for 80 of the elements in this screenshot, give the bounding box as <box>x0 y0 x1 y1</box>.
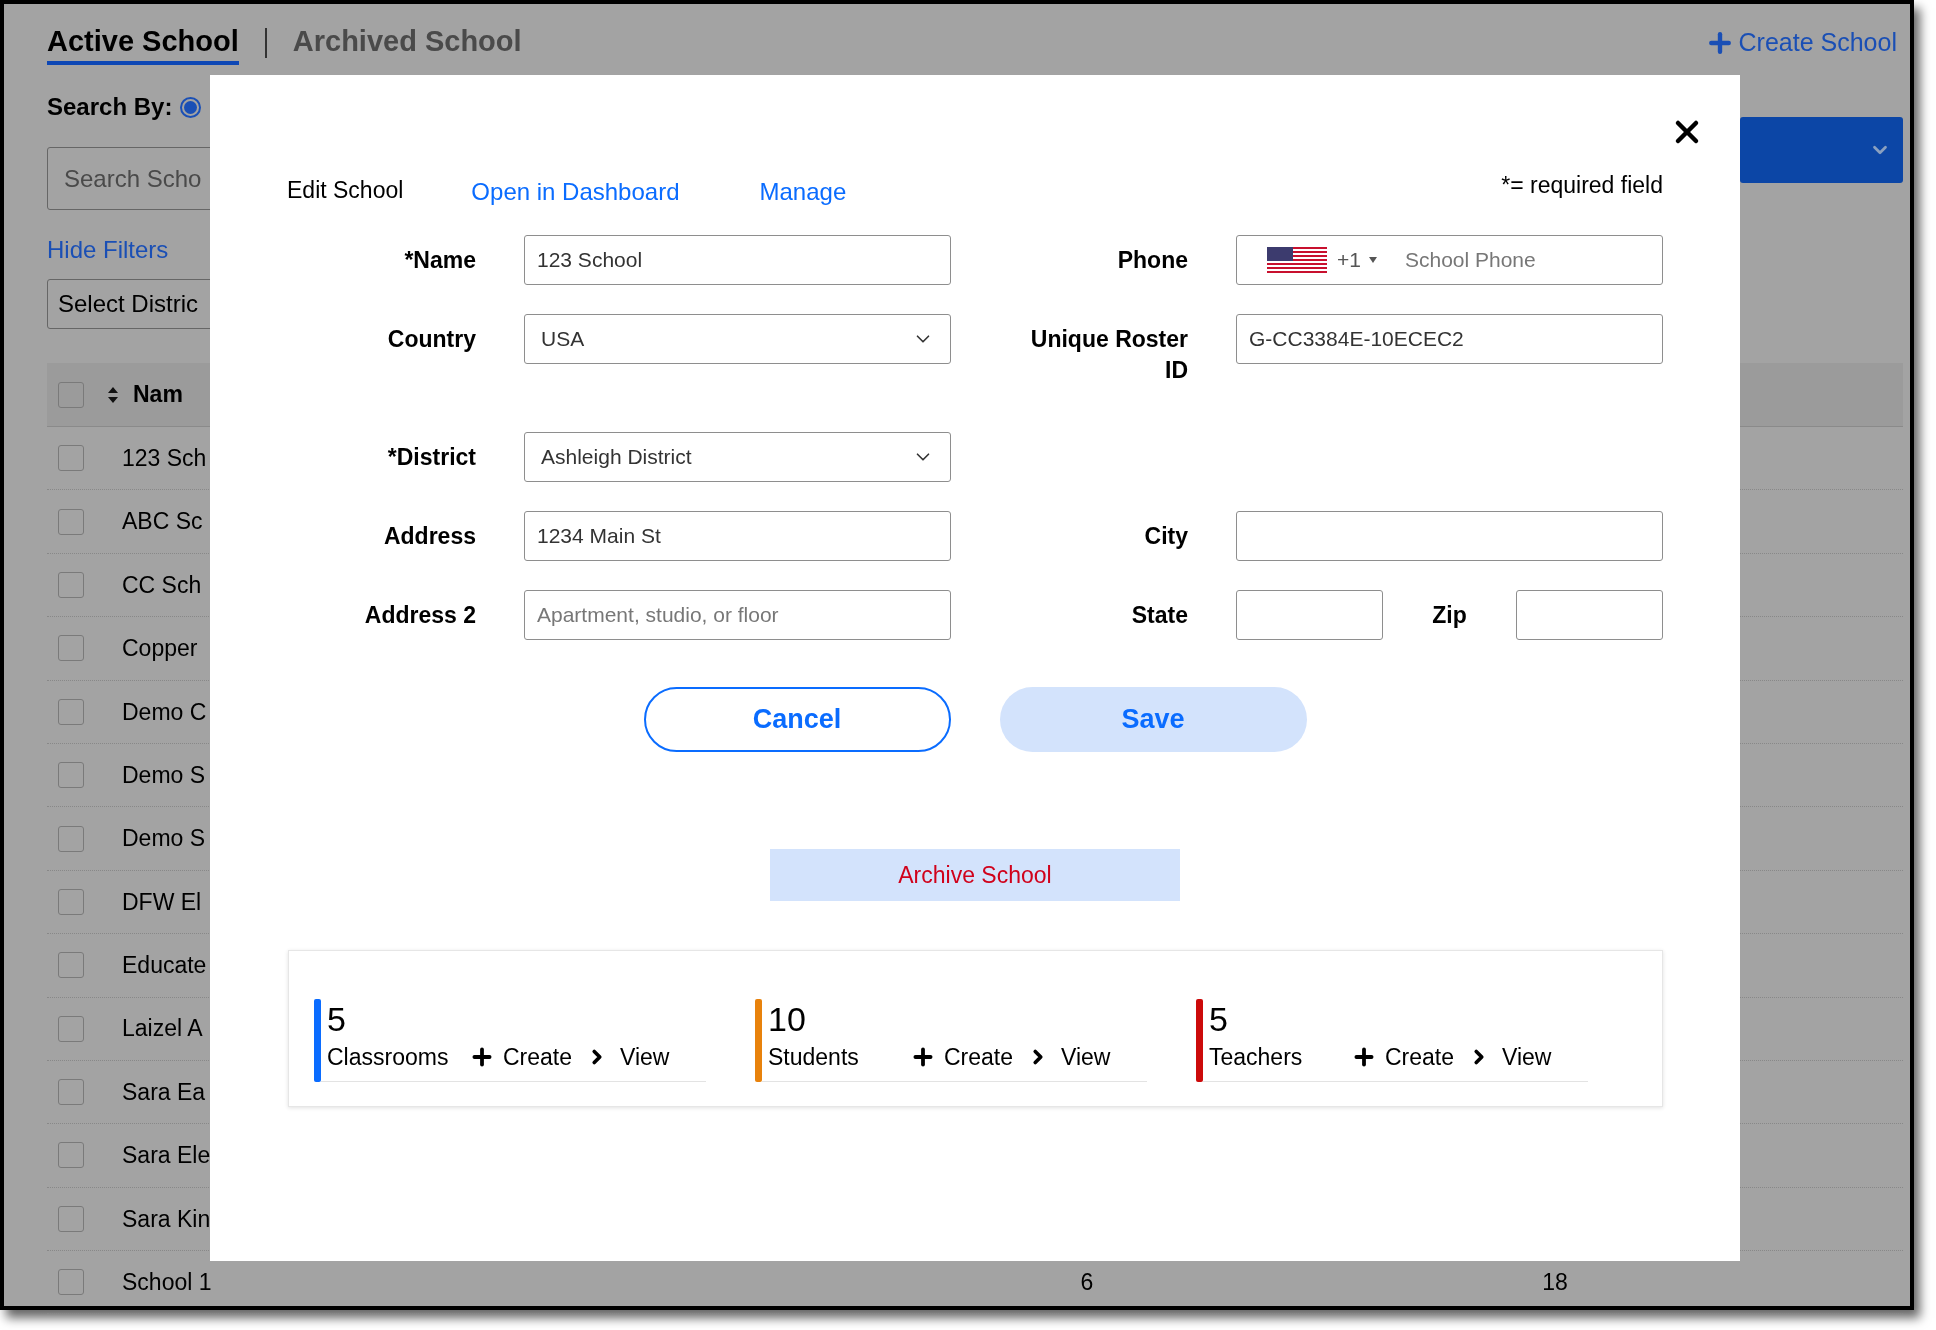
checkbox[interactable] <box>58 825 84 852</box>
required-note: *= required field <box>1501 170 1663 200</box>
save-button[interactable]: Save <box>999 687 1307 752</box>
checkbox[interactable] <box>58 762 84 789</box>
table-cell-text: CC Sch <box>122 570 202 600</box>
flag-icon <box>1267 247 1327 273</box>
text-field[interactable]: 123 School <box>524 235 951 285</box>
field-label: *Name <box>404 246 476 275</box>
checkbox[interactable] <box>58 698 84 725</box>
text-field[interactable] <box>1516 590 1663 640</box>
stat-label: Teachers <box>1209 1042 1304 1072</box>
checkbox[interactable] <box>58 381 84 408</box>
radio-button[interactable] <box>180 96 202 118</box>
checkbox[interactable] <box>58 1269 84 1296</box>
table-cell-text: Copper <box>122 634 198 664</box>
table-cell-text: Educate <box>122 951 207 981</box>
table-cell-text: Laizel A <box>122 1014 203 1044</box>
table-cell-text: Sara Ea <box>122 1077 206 1107</box>
checkbox[interactable] <box>58 635 84 662</box>
archive-school-button[interactable]: Archive School <box>770 849 1180 901</box>
create-link[interactable]: Create <box>1351 1039 1455 1075</box>
table-cell-text: Sara Ele <box>122 1141 211 1171</box>
table-cell-text: School 1 <box>122 1268 212 1297</box>
checkbox[interactable] <box>58 1205 84 1232</box>
select-field[interactable]: Ashleigh District <box>524 432 951 482</box>
text-field[interactable]: Apartment, studio, or floor <box>524 590 951 640</box>
field-label: Country <box>387 325 476 354</box>
field-label: Address <box>383 522 476 551</box>
dialog-link[interactable]: Open in Dashboard <box>471 174 680 210</box>
checkbox[interactable] <box>58 571 84 598</box>
search-by-label: Search By: <box>47 92 173 122</box>
phone-field[interactable]: +1 School Phone <box>1236 235 1663 285</box>
table-cell-text: ABC Sc <box>122 507 203 537</box>
caret-icon <box>1368 257 1377 263</box>
dialog-link[interactable]: Manage <box>759 174 847 210</box>
checkbox[interactable] <box>58 952 84 979</box>
dropdown-button[interactable] <box>1740 117 1903 183</box>
checkbox[interactable] <box>58 1079 84 1106</box>
checkbox[interactable] <box>58 1015 84 1042</box>
stat-count: 5 <box>327 999 347 1039</box>
text-field[interactable]: 1234 Main St <box>524 511 951 561</box>
create-link[interactable]: Create <box>910 1039 1014 1075</box>
table-cell-text: 18 <box>1542 1268 1568 1297</box>
text-field[interactable] <box>1236 511 1663 561</box>
view-link[interactable]: View <box>586 1039 670 1075</box>
field-label: Phone <box>1116 246 1188 275</box>
cancel-button[interactable]: Cancel <box>643 687 951 752</box>
view-link[interactable]: View <box>1027 1039 1111 1075</box>
table-cell-text: Demo S <box>122 760 206 790</box>
select-field[interactable]: USA <box>524 314 951 364</box>
table-cell-text: Demo S <box>122 824 206 854</box>
table-cell-text: Sara Kin <box>122 1204 211 1234</box>
field-label: Zip <box>1432 601 1467 630</box>
stat-label: Classrooms <box>327 1042 450 1072</box>
view-link[interactable]: View <box>1468 1039 1552 1075</box>
field-label: State <box>1130 601 1188 630</box>
stat-count: 10 <box>768 999 807 1039</box>
checkbox[interactable] <box>58 508 84 535</box>
field-label: *District <box>387 443 476 472</box>
table-cell-text: Demo C <box>122 697 207 727</box>
stat-label: Students <box>768 1042 860 1072</box>
dialog-title: Edit School <box>287 175 404 205</box>
field-label: Unique Roster ID <box>1029 325 1188 385</box>
table-cell-text: DFW El <box>122 887 202 917</box>
country-code-dropdown[interactable]: +1 <box>1337 244 1377 276</box>
create-link[interactable]: Create <box>469 1039 573 1075</box>
table-cell-text: 123 Sch <box>122 443 207 473</box>
stat-count: 5 <box>1209 999 1229 1039</box>
column-header[interactable]: Nam <box>133 377 183 412</box>
checkbox[interactable] <box>58 445 84 472</box>
tab[interactable]: Archived School <box>292 21 522 65</box>
checkbox[interactable] <box>58 1142 84 1169</box>
text-field[interactable] <box>1236 590 1383 640</box>
text-field[interactable]: G-CC3384E-10ECEC2 <box>1236 314 1663 364</box>
field-label: Address 2 <box>364 601 476 630</box>
table-cell-text: 6 <box>1080 1268 1094 1297</box>
field-label: City <box>1143 522 1188 551</box>
sort-icon[interactable] <box>108 386 118 403</box>
tab[interactable]: Active School <box>47 21 239 65</box>
checkbox[interactable] <box>58 888 84 915</box>
